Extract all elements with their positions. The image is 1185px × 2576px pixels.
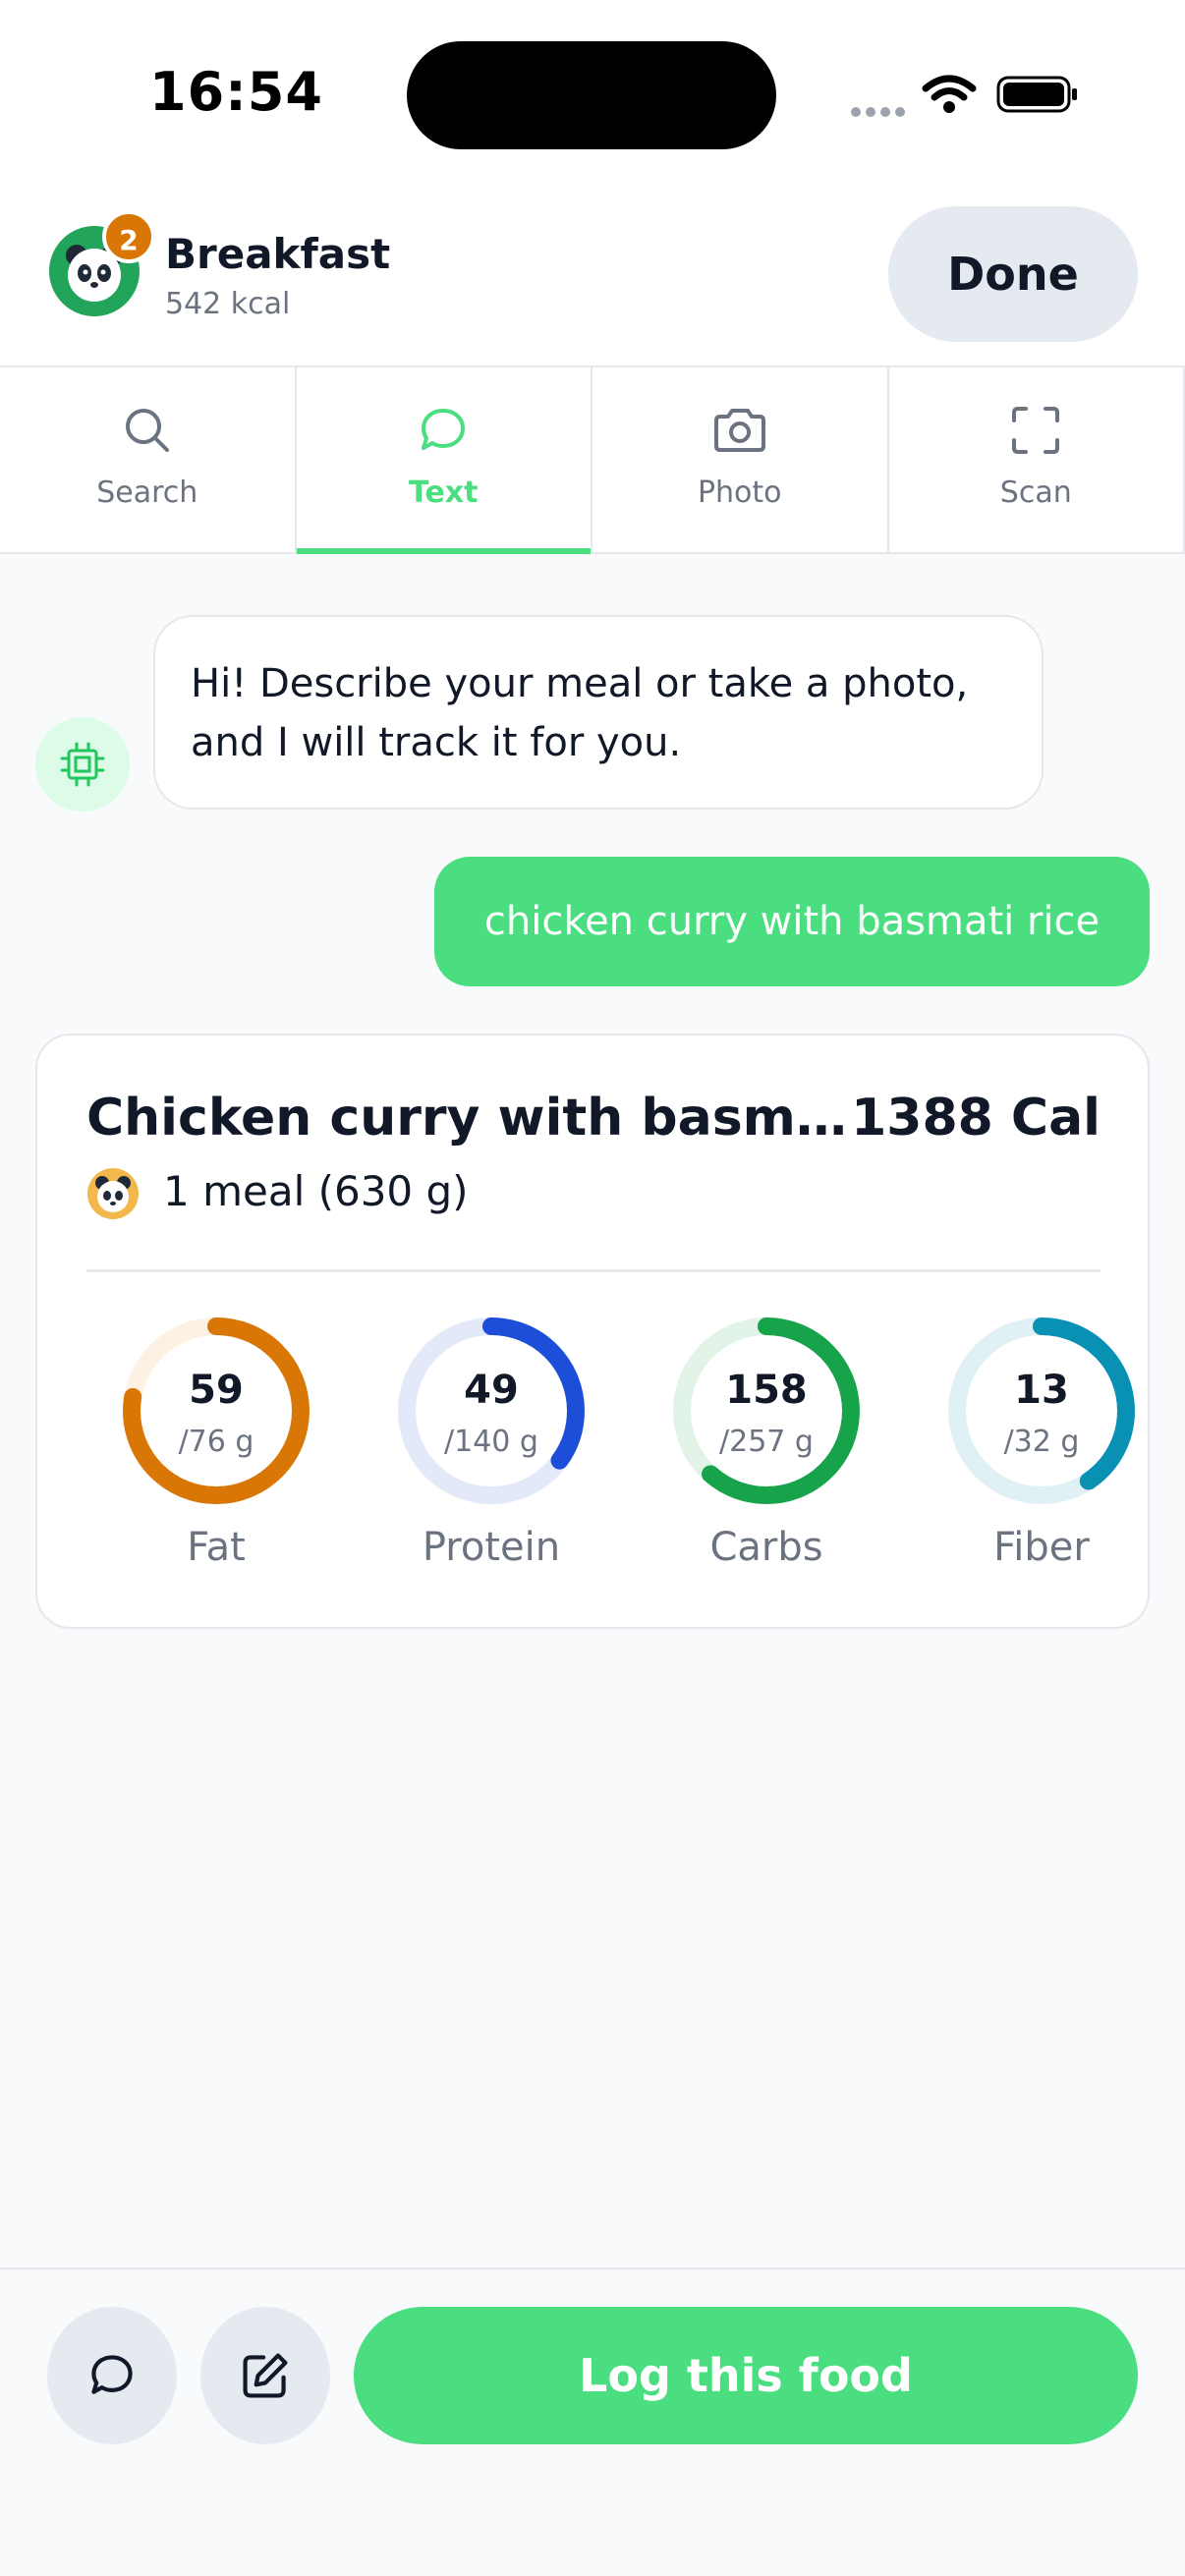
fiber-label: Fiber [993,1525,1090,1570]
input-mode-tabs: Search Text Photo Scan [0,367,1185,554]
fat-value: 59 [189,1368,244,1413]
edit-button[interactable] [200,2307,330,2444]
macro-protein: 49 /140 g Protein [383,1316,599,1582]
fiber-value: 13 [1014,1368,1069,1413]
tab-search-label: Search [96,476,198,510]
tab-text[interactable]: Text [296,367,592,554]
fat-label: Fat [187,1525,246,1570]
edit-icon [243,2353,288,2398]
wifi-icon [922,75,977,113]
fiber-target: /32 g [1003,1425,1080,1459]
macro-fiber: 13 /32 g Fiber [933,1316,1150,1582]
status-time: 16:54 [149,61,323,123]
chat-bubble-icon [91,2355,133,2394]
search-icon [125,409,169,452]
user-message: chicken curry with basmati rice [434,857,1150,986]
meal-count-badge: 2 [102,210,155,263]
tab-search[interactable]: Search [0,367,297,552]
log-food-button[interactable]: Log this food [354,2307,1138,2444]
meal-title: Breakfast [165,230,391,278]
macro-carbs: 158 /257 g Carbs [658,1316,875,1582]
done-button[interactable]: Done [888,206,1138,342]
status-bar: 16:54 [0,0,1185,187]
chip-icon [60,742,105,787]
bottom-action-bar: Log this food [0,2268,1185,2576]
assistant-message: Hi! Describe your meal or take a photo, … [153,615,1044,810]
tab-scan-label: Scan [999,476,1072,510]
status-icons [845,69,1081,118]
protein-target: /140 g [444,1425,538,1459]
protein-value: 49 [464,1368,519,1413]
battery-icon [996,76,1077,113]
macro-fat: 59 /76 g Fat [108,1316,324,1582]
food-result-card[interactable]: Chicken curry with basmati rice 1388 Cal… [35,1034,1150,1629]
meal-kcal: 542 kcal [165,287,291,321]
protein-label: Protein [422,1525,561,1570]
meal-header: 2 Breakfast 542 kcal Done [0,187,1185,367]
scan-frame-icon [1012,407,1060,454]
tab-photo-label: Photo [697,476,782,510]
chat-bubble-icon [422,409,466,450]
tab-scan[interactable]: Scan [889,367,1185,552]
dynamic-island [407,41,776,149]
carbs-label: Carbs [709,1525,823,1570]
tab-text-label: Text [408,476,479,510]
carbs-value: 158 [725,1368,808,1413]
cellular-signal-icon [851,102,910,121]
camera-icon [713,409,765,452]
tab-photo[interactable]: Photo [592,367,889,552]
assistant-avatar [35,717,130,812]
carbs-target: /257 g [719,1425,814,1459]
macro-rings: 59 /76 g Fat 49 /140 g Protein 158 /257 … [37,1036,1152,1631]
fat-target: /76 g [178,1425,254,1459]
chat-button[interactable] [47,2307,177,2444]
